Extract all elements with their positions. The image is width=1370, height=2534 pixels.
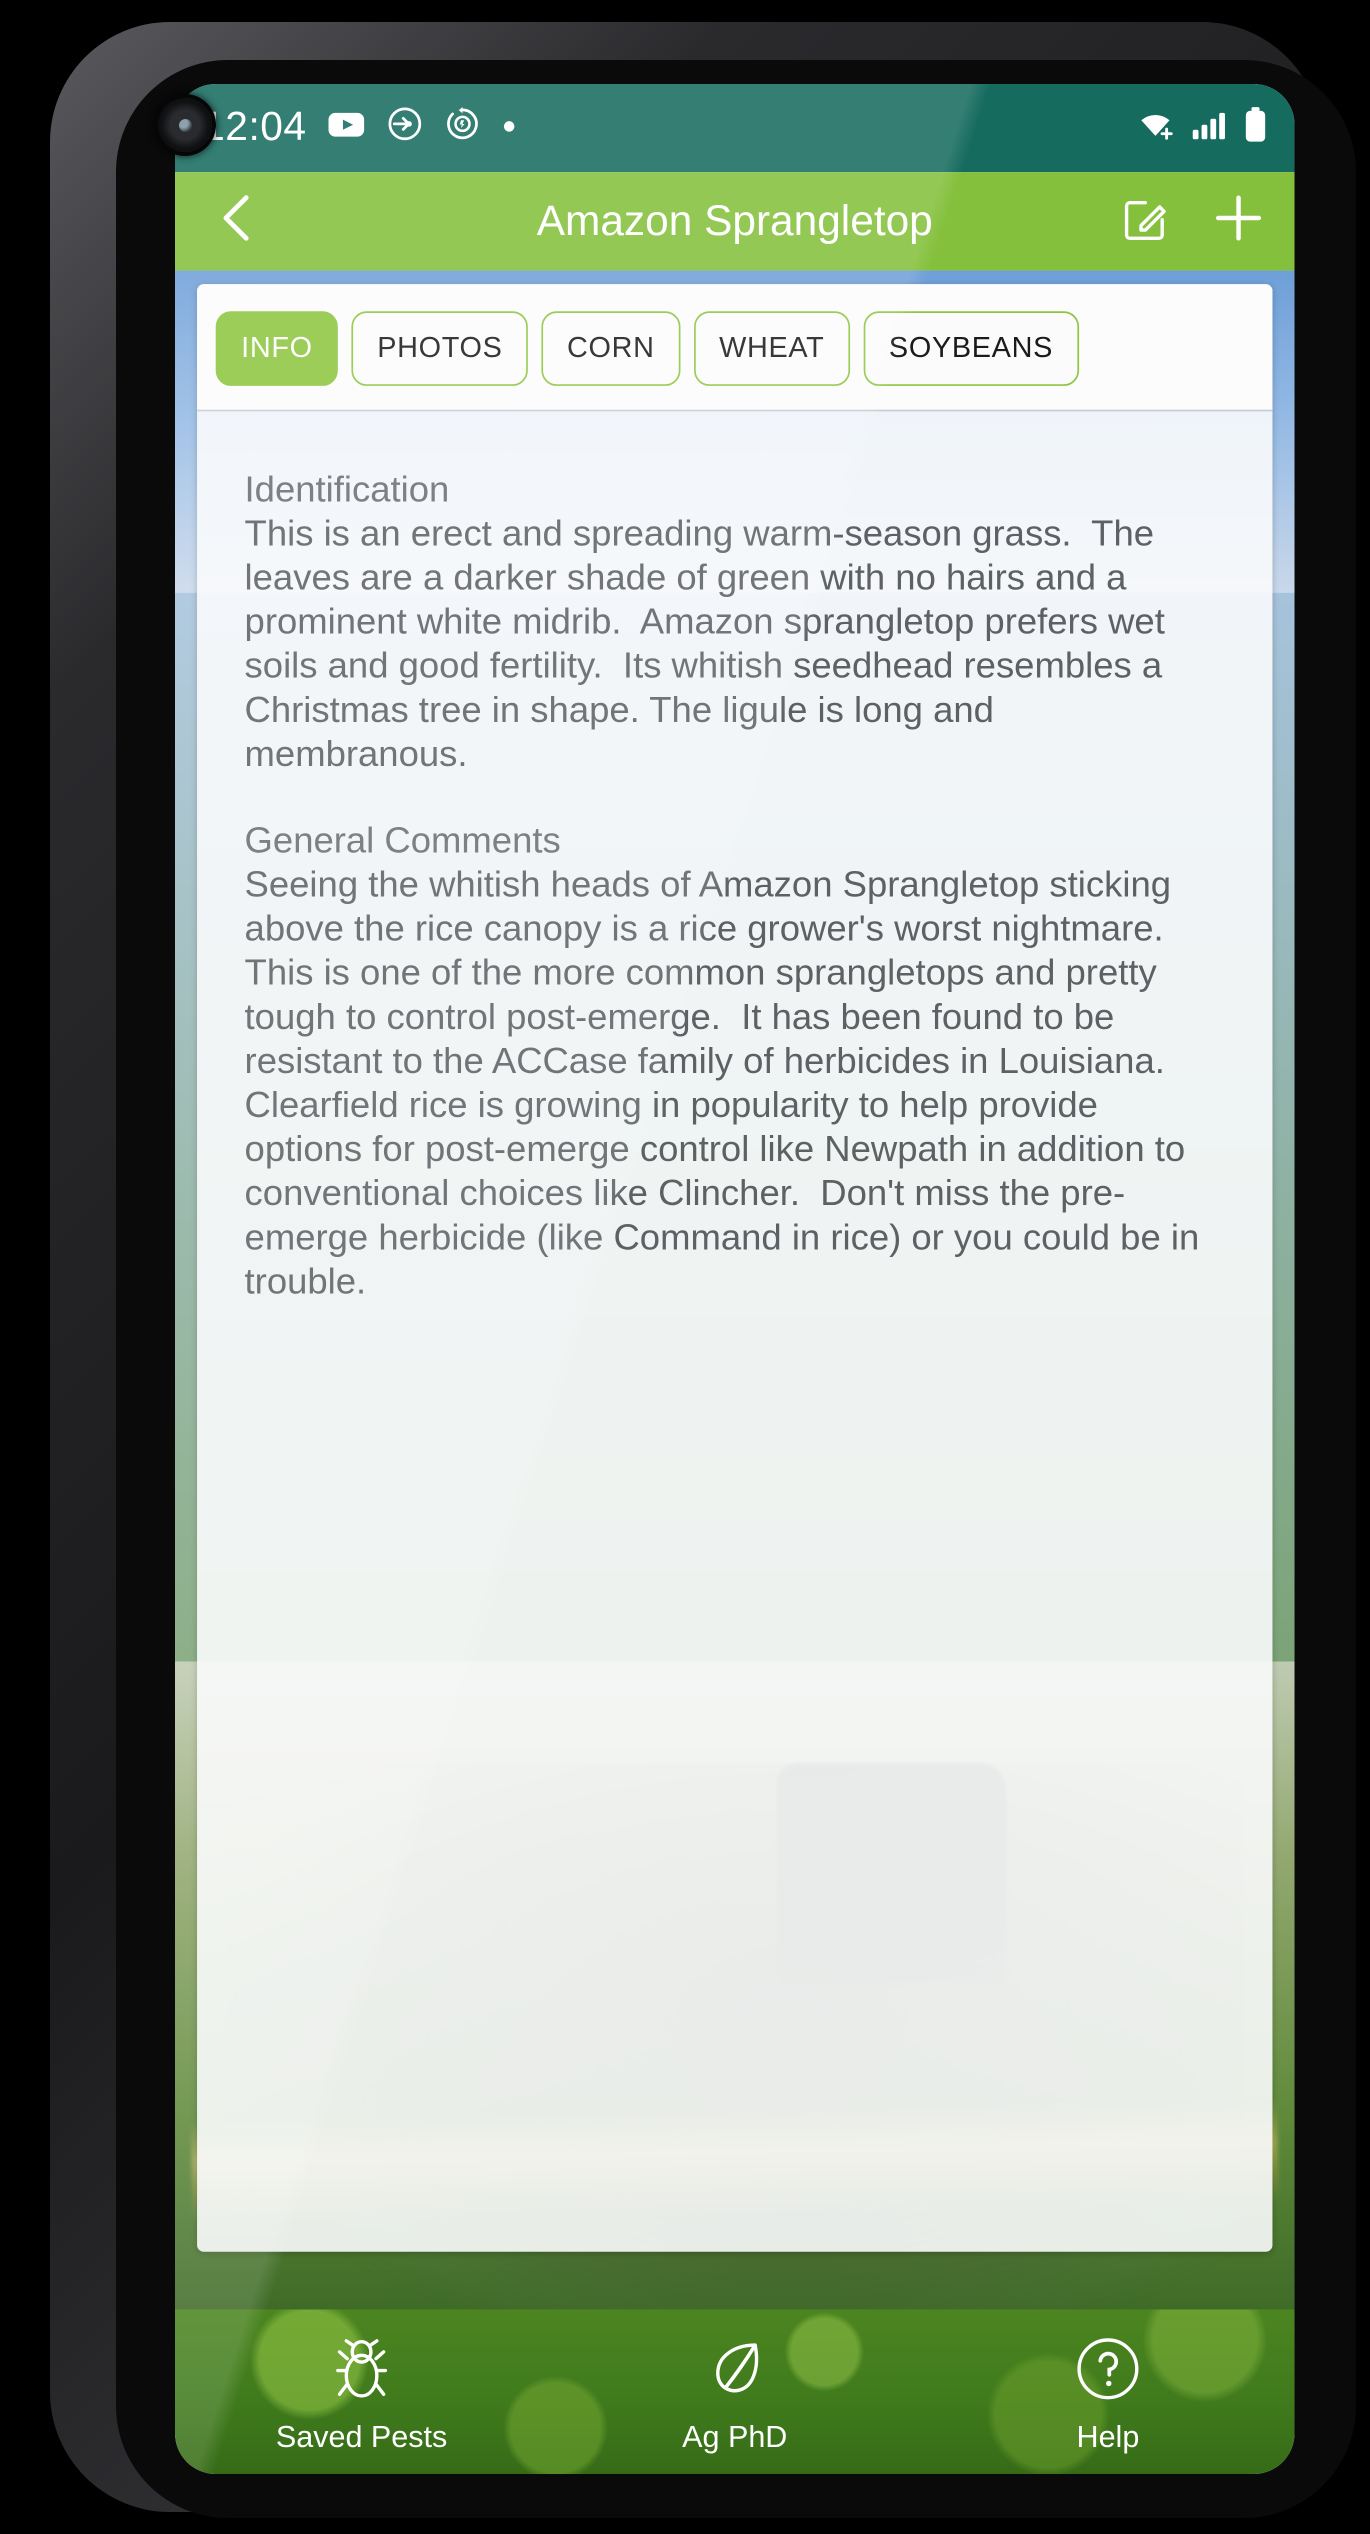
section-heading-identification: Identification xyxy=(244,469,450,510)
battery-icon xyxy=(1244,105,1268,151)
nav-label: Saved Pests xyxy=(276,2419,448,2454)
wifi-icon xyxy=(1135,107,1176,149)
cellular-signal-icon xyxy=(1191,107,1228,149)
tab-strip: INFO PHOTOS CORN WHEAT SOYBEANS xyxy=(197,284,1273,412)
leaf-icon xyxy=(699,2333,770,2413)
plus-icon xyxy=(1210,194,1268,253)
front-camera-punch-hole xyxy=(158,98,212,152)
section-heading-general-comments: General Comments xyxy=(244,820,561,862)
tab-label: CORN xyxy=(567,331,655,364)
tab-wheat[interactable]: WHEAT xyxy=(693,311,851,386)
camera-lens xyxy=(179,119,192,132)
sync-rotate-icon xyxy=(442,104,481,151)
chevron-left-icon xyxy=(214,192,258,251)
article-body: Identification This is an erect and spre… xyxy=(197,411,1272,1304)
status-bar-clock: 12:04 xyxy=(202,104,307,151)
tab-label: PHOTOS xyxy=(377,331,503,364)
back-button[interactable] xyxy=(202,187,270,255)
section-text-identification: This is an erect and spreading warm-seas… xyxy=(244,513,1176,774)
info-card: INFO PHOTOS CORN WHEAT SOYBEANS Identifi… xyxy=(197,284,1273,2252)
nav-label: Help xyxy=(1076,2419,1140,2454)
nav-item-saved-pests[interactable]: Saved Pests xyxy=(175,2333,548,2455)
header-actions xyxy=(1118,188,1267,254)
phone-screen: 12:04 Amazon Sprangletop INFO PHOTOS COR… xyxy=(175,84,1295,2474)
tab-info[interactable]: INFO xyxy=(215,311,339,386)
nav-label: Ag PhD xyxy=(682,2419,788,2454)
edit-button[interactable] xyxy=(1118,190,1172,253)
tab-corn[interactable]: CORN xyxy=(541,311,681,386)
nav-item-ag-phd[interactable]: Ag PhD xyxy=(548,2333,921,2455)
status-bar-right-group xyxy=(1135,105,1267,151)
section-text-general-comments: Seeing the whitish heads of Amazon Spran… xyxy=(244,865,1210,1302)
nav-item-help[interactable]: Help xyxy=(922,2333,1295,2455)
add-button[interactable] xyxy=(1210,188,1268,254)
tab-photos[interactable]: PHOTOS xyxy=(352,311,529,386)
question-circle-icon xyxy=(1073,2333,1144,2413)
edit-pencil-square-icon xyxy=(1118,200,1172,251)
youtube-icon xyxy=(325,104,366,153)
status-bar: 12:04 xyxy=(175,84,1295,173)
phone-shell: 12:04 Amazon Sprangletop INFO PHOTOS COR… xyxy=(50,22,1356,2518)
tab-label: SOYBEANS xyxy=(889,331,1054,364)
download-arrow-icon xyxy=(385,104,424,151)
bug-icon xyxy=(325,2333,400,2413)
app-header: Amazon Sprangletop xyxy=(175,172,1295,271)
tab-label: WHEAT xyxy=(719,331,825,364)
content-area: INFO PHOTOS CORN WHEAT SOYBEANS Identifi… xyxy=(175,270,1295,2310)
status-bar-left-group: 12:04 xyxy=(202,104,517,153)
tab-soybeans[interactable]: SOYBEANS xyxy=(863,311,1079,386)
dot-indicator-icon xyxy=(500,113,517,144)
tab-label: INFO xyxy=(241,331,314,364)
bottom-navigation-bar: Saved Pests Ag PhD Help xyxy=(175,2309,1295,2474)
